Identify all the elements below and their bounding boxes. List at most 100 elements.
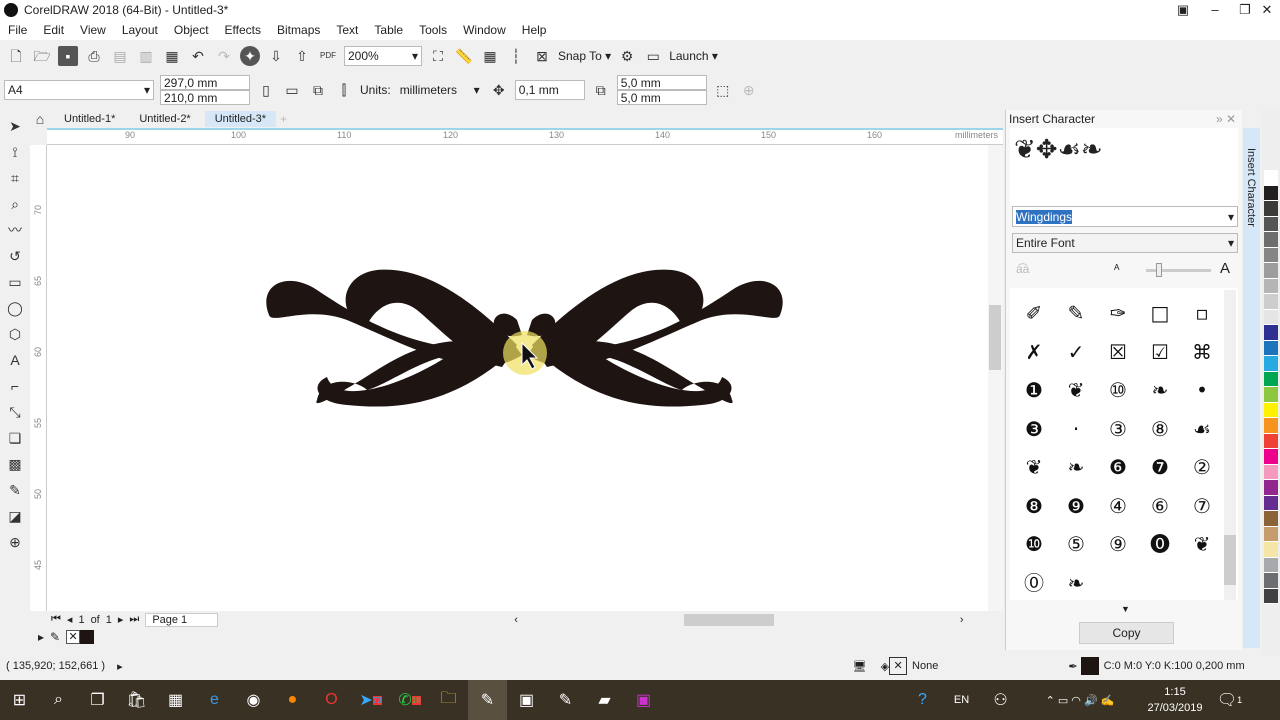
grid-scroll-thumb[interactable] bbox=[1224, 535, 1236, 585]
landscape-icon[interactable]: ▭ bbox=[282, 80, 302, 100]
copy-button[interactable]: Copy bbox=[1079, 622, 1174, 644]
import-icon[interactable]: ⇩ bbox=[266, 46, 286, 66]
export-icon[interactable]: ⇧ bbox=[292, 46, 312, 66]
print-icon[interactable]: ⎙ bbox=[84, 46, 104, 66]
drop-shadow-icon[interactable]: ❏ bbox=[5, 428, 25, 448]
black-swatch[interactable] bbox=[80, 630, 95, 644]
character-cell[interactable]: ☙ bbox=[1183, 412, 1221, 446]
character-cell[interactable]: ⑥ bbox=[1141, 489, 1179, 523]
outline-color-swatch[interactable] bbox=[1080, 657, 1099, 675]
character-size-slider[interactable] bbox=[1146, 263, 1211, 277]
menu-table[interactable]: Table bbox=[366, 23, 411, 37]
palette-arrow-icon[interactable]: ▸ bbox=[38, 630, 44, 644]
ellipse-tool-icon[interactable]: ◯ bbox=[5, 298, 25, 318]
character-cell[interactable]: ✗ bbox=[1015, 335, 1053, 369]
app-icon-3[interactable]: ▰ bbox=[585, 680, 624, 720]
color-swatch[interactable] bbox=[1264, 294, 1278, 310]
character-cell[interactable]: ⑧ bbox=[1141, 412, 1179, 446]
color-swatch[interactable] bbox=[1264, 371, 1278, 387]
document-tab[interactable]: Untitled-3* bbox=[204, 111, 277, 127]
character-cell[interactable]: ⓪ bbox=[1015, 566, 1053, 600]
character-cell[interactable]: ❸ bbox=[1015, 412, 1053, 446]
home-icon[interactable]: ⌂ bbox=[30, 109, 50, 129]
duplicate-x-field[interactable]: 5,0 mm bbox=[616, 75, 707, 90]
current-page-icon[interactable]: ⫿ bbox=[334, 80, 354, 100]
color-swatch[interactable] bbox=[1264, 278, 1278, 294]
character-cell[interactable]: □ bbox=[1141, 296, 1179, 330]
menu-bitmaps[interactable]: Bitmaps bbox=[269, 23, 328, 37]
freehand-tool-icon[interactable]: 〰 bbox=[5, 220, 25, 240]
all-pages-icon[interactable]: ⧉ bbox=[308, 80, 328, 100]
character-cell[interactable]: ✐ bbox=[1015, 296, 1053, 330]
undo-icon[interactable]: ↶ bbox=[188, 46, 208, 66]
color-swatch[interactable] bbox=[1264, 402, 1278, 418]
color-swatch[interactable] bbox=[1264, 340, 1278, 356]
character-cell[interactable]: ③ bbox=[1099, 412, 1137, 446]
character-cell[interactable]: ❼ bbox=[1141, 450, 1179, 484]
start-button[interactable]: ⊞ bbox=[0, 680, 39, 720]
coreldraw-taskbar-icon[interactable]: ✎ bbox=[468, 680, 507, 720]
menu-window[interactable]: Window bbox=[455, 23, 514, 37]
task-view-icon[interactable]: ❐ bbox=[78, 680, 117, 720]
crop-tool-icon[interactable]: ⌗ bbox=[5, 168, 25, 188]
shape-tool-icon[interactable]: ⟟ bbox=[5, 142, 25, 162]
options-gear-icon[interactable]: ⚙ bbox=[617, 46, 637, 66]
drawing-canvas[interactable] bbox=[47, 145, 988, 611]
color-swatch[interactable] bbox=[1264, 588, 1278, 604]
redo-icon[interactable]: ↷ bbox=[214, 46, 234, 66]
color-swatch[interactable] bbox=[1264, 511, 1278, 527]
ornament-drawing[interactable] bbox=[47, 145, 988, 611]
edge-icon[interactable]: e bbox=[195, 680, 234, 720]
transparency-icon[interactable]: ▩ bbox=[5, 454, 25, 474]
color-swatch[interactable] bbox=[1264, 418, 1278, 434]
artistic-media-icon[interactable]: ↺ bbox=[5, 246, 25, 266]
firefox-icon[interactable]: ● bbox=[273, 680, 312, 720]
menu-tools[interactable]: Tools bbox=[411, 23, 455, 37]
units-select[interactable]: millimeters ▾ bbox=[397, 80, 483, 100]
whatsapp-icon[interactable]: ✆ 18 bbox=[390, 680, 429, 720]
scroll-left-icon[interactable]: ‹ bbox=[514, 614, 518, 626]
menu-layout[interactable]: Layout bbox=[114, 23, 166, 37]
search-icon[interactable]: ⌕ bbox=[39, 680, 78, 720]
color-eyedropper-icon[interactable]: ✎ bbox=[5, 480, 25, 500]
character-cell[interactable]: ⑩ bbox=[1099, 373, 1137, 407]
rectangle-tool-icon[interactable]: ▭ bbox=[5, 272, 25, 292]
text-tool-icon[interactable]: A bbox=[5, 350, 25, 370]
color-swatch[interactable] bbox=[1264, 356, 1278, 372]
menu-effects[interactable]: Effects bbox=[217, 23, 269, 37]
color-swatch[interactable] bbox=[1264, 216, 1278, 232]
first-page-icon[interactable]: ⏮ bbox=[51, 613, 61, 626]
color-swatch[interactable] bbox=[1264, 542, 1278, 558]
telegram-icon[interactable]: ➤ 73 bbox=[351, 680, 390, 720]
font-select[interactable]: Wingdings ▾ bbox=[1012, 206, 1238, 227]
zoom-level-select[interactable]: 200% ▾ bbox=[344, 46, 422, 66]
color-swatch[interactable] bbox=[1264, 201, 1278, 217]
character-cell[interactable]: ❦ bbox=[1183, 527, 1221, 561]
menu-text[interactable]: Text bbox=[328, 23, 366, 37]
scroll-right-icon[interactable]: › bbox=[960, 614, 964, 626]
character-cell[interactable]: ☒ bbox=[1099, 335, 1137, 369]
menu-help[interactable]: Help bbox=[514, 23, 555, 37]
interactive-fill-icon[interactable]: ◪ bbox=[5, 506, 25, 526]
launch-icon[interactable]: ▭ bbox=[643, 46, 663, 66]
character-cell[interactable]: ❾ bbox=[1057, 489, 1095, 523]
character-cell[interactable]: ❽ bbox=[1015, 489, 1053, 523]
character-cell[interactable]: ✑ bbox=[1099, 296, 1137, 330]
color-swatch[interactable] bbox=[1264, 170, 1278, 186]
vertical-ruler[interactable]: 70 65 60 55 50 45 bbox=[30, 145, 47, 611]
subset-select[interactable]: Entire Font ▾ bbox=[1012, 233, 1238, 253]
duplicate-y-field[interactable]: 5,0 mm bbox=[616, 90, 707, 105]
ornament-shape[interactable] bbox=[266, 269, 522, 407]
page-height-field[interactable]: 210,0 mm bbox=[160, 90, 250, 105]
page-border-icon[interactable]: ⬚ bbox=[713, 80, 733, 100]
character-cell[interactable]: ▫ bbox=[1183, 296, 1221, 330]
last-page-icon[interactable]: ⏭ bbox=[129, 613, 139, 626]
character-cell[interactable]: ❻ bbox=[1099, 450, 1137, 484]
snap-to-button[interactable]: Snap To ▾ bbox=[558, 49, 611, 63]
character-cell[interactable]: ✎ bbox=[1057, 296, 1095, 330]
rulers-icon[interactable]: 📏 bbox=[454, 46, 474, 66]
color-swatch[interactable] bbox=[1264, 433, 1278, 449]
opera-icon[interactable]: O bbox=[312, 680, 351, 720]
character-cell[interactable]: ❧ bbox=[1141, 373, 1179, 407]
color-swatch[interactable] bbox=[1264, 309, 1278, 325]
